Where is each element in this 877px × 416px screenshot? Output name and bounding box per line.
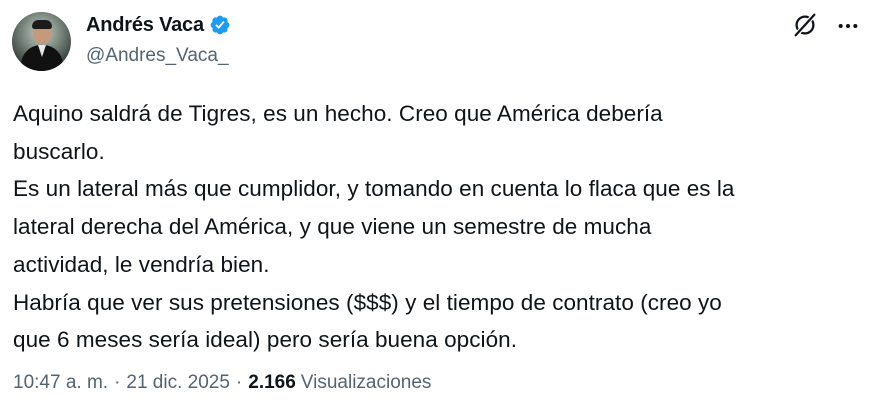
tweet-text: Aquino saldrá de Tigres, es un hecho. Cr… — [13, 95, 863, 359]
meta-separator: · — [114, 372, 121, 393]
tweet-date[interactable]: 21 dic. 2025 — [126, 372, 230, 394]
avatar[interactable] — [12, 12, 71, 71]
verified-badge-icon[interactable] — [209, 14, 231, 36]
tweet-text-line: Es un lateral más que cumplidor, y toman… — [13, 176, 735, 202]
tweet-time[interactable]: 10:47 a. m. — [13, 372, 108, 394]
meta-separator: · — [235, 372, 243, 393]
tweet-text-line: Aquino saldrá de Tigres, es un hecho. Cr… — [13, 101, 663, 126]
grok-button[interactable] — [790, 12, 820, 42]
tweet-text-line: Habría que ver sus pretensiones ($$$) y … — [13, 289, 722, 315]
more-icon — [837, 17, 859, 35]
views-label[interactable]: Visualizaciones — [301, 372, 432, 394]
tweet-text-line: que 6 meses sería ideal) pero sería buen… — [13, 327, 518, 353]
tweet: Andrés Vaca @Andres_Vaca_ Aquino saldrá … — [0, 0, 877, 416]
tweet-text-line: buscarlo. — [13, 138, 105, 164]
more-options-button[interactable] — [833, 14, 863, 38]
author-handle[interactable]: @Andres_Vaca_ — [86, 45, 229, 67]
author-name-row: Andrés Vaca — [86, 13, 231, 37]
author-display-name[interactable]: Andrés Vaca — [86, 14, 204, 37]
tweet-text-line: actividad, le vendría bien. — [13, 251, 270, 277]
tweet-text-line: lateral derecha del América, y que viene… — [13, 214, 652, 240]
tweet-meta: 10:47 a. m. · 21 dic. 2025 · 2.166 Visua… — [13, 372, 431, 394]
views-count[interactable]: 2.166 — [248, 372, 296, 394]
avatar-hair — [32, 20, 52, 29]
grok-icon — [791, 11, 819, 44]
